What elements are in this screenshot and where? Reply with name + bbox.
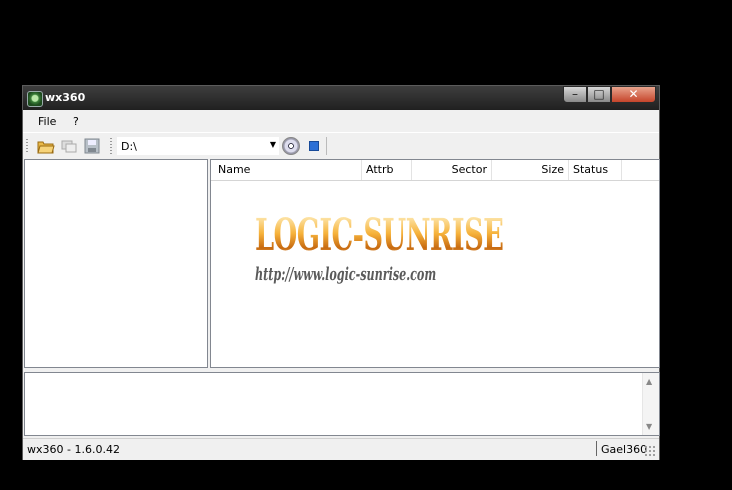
status-divider: [596, 441, 597, 456]
maximize-button[interactable]: □: [587, 86, 611, 103]
open-folder-icon[interactable]: [37, 137, 55, 155]
column-header-status[interactable]: Status: [569, 160, 622, 180]
file-list-header: Name Attrb Sector Size Status: [211, 160, 659, 181]
toolbar-separator: [110, 138, 112, 154]
app-window: wx360 – □ ✕ File ? D:\ ▼ Name Attrb Sect…: [22, 85, 660, 460]
logic-sunrise-logo: LOGIC-SUNRISE http://www.logic-sunrise.c…: [255, 212, 504, 292]
app-icon: [27, 91, 43, 107]
save-icon[interactable]: [83, 137, 101, 155]
folder-tree[interactable]: [24, 159, 208, 368]
log-output[interactable]: ▲ ▼: [24, 372, 660, 436]
logo-url: http://www.logic-sunrise.com: [255, 264, 437, 285]
close-button[interactable]: ✕: [611, 86, 656, 103]
toolbar-grip[interactable]: [26, 139, 28, 154]
menu-help[interactable]: ?: [73, 115, 79, 128]
menu-file[interactable]: File: [38, 115, 56, 128]
column-header-attrb[interactable]: Attrb: [362, 160, 412, 180]
logo-title: LOGIC-SUNRISE: [255, 210, 504, 261]
drive-select-value: D:\: [121, 140, 137, 153]
title-bar[interactable]: wx360 – □ ✕: [23, 86, 659, 110]
chevron-down-icon[interactable]: ▼: [270, 140, 276, 149]
status-author: Gael360: [601, 443, 648, 456]
menu-bar: File ?: [23, 110, 659, 132]
disc-icon[interactable]: [282, 137, 300, 155]
column-header-sector[interactable]: Sector: [412, 160, 492, 180]
toolbar: D:\ ▼: [23, 132, 659, 159]
drive-select[interactable]: D:\ ▼: [117, 137, 279, 155]
status-bar: wx360 - 1.6.0.42 Gael360: [23, 438, 659, 460]
scroll-up-icon[interactable]: ▲: [646, 377, 652, 386]
column-header-name[interactable]: Name: [211, 160, 362, 180]
status-version: wx360 - 1.6.0.42: [27, 443, 120, 456]
scroll-down-icon[interactable]: ▼: [646, 422, 652, 431]
log-scrollbar[interactable]: ▲ ▼: [642, 373, 659, 435]
copy-icon[interactable]: [60, 137, 78, 155]
column-header-size[interactable]: Size: [492, 160, 569, 180]
toolbar-separator: [326, 137, 327, 155]
window-title: wx360: [45, 91, 86, 104]
minimize-button[interactable]: –: [563, 86, 587, 103]
resize-grip-icon[interactable]: [645, 446, 657, 458]
stop-icon[interactable]: [309, 141, 319, 151]
file-list[interactable]: Name Attrb Sector Size Status LOGIC-SUNR…: [210, 159, 660, 368]
